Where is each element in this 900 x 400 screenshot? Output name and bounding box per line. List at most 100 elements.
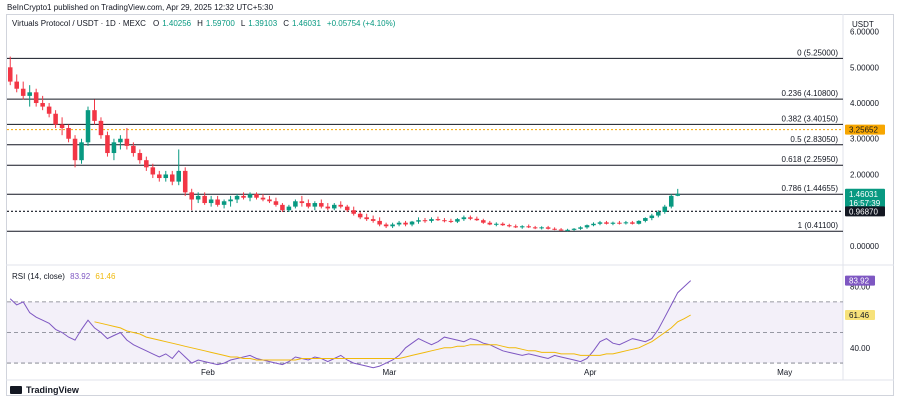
candle-body — [455, 219, 460, 222]
candle-body — [591, 223, 596, 226]
candle-body — [364, 217, 369, 220]
candle-body — [565, 229, 570, 231]
candle-body — [176, 170, 182, 182]
candle-body — [513, 226, 518, 228]
candle-body — [267, 199, 272, 202]
fib-level-label: 0.236 (4.10800) — [782, 89, 839, 98]
candle-body — [370, 219, 376, 221]
candle-body — [643, 218, 648, 221]
candle-body — [442, 220, 447, 222]
candle-body — [247, 194, 253, 198]
candle-body — [137, 153, 143, 161]
candle-body — [506, 225, 512, 227]
candle-body — [338, 204, 344, 207]
rsi-tag-label: 83.92 — [849, 277, 870, 286]
candle-body — [157, 174, 162, 179]
candle-body — [623, 222, 629, 224]
candle-body — [571, 228, 577, 230]
candle-body — [40, 103, 45, 107]
candle-body — [662, 206, 668, 212]
candle-body — [53, 113, 58, 125]
candle-body — [552, 228, 557, 230]
candle-body — [144, 160, 149, 168]
price-tag-label: 3.25652 — [849, 126, 878, 135]
rsi-ma-tag: 61.46 — [845, 309, 875, 320]
candle-body — [468, 217, 473, 219]
candle-body — [668, 195, 674, 207]
rsi-tick-label: 40.00 — [850, 344, 871, 353]
candle-body — [357, 213, 363, 218]
candle-body — [578, 227, 583, 229]
candle-body — [208, 199, 214, 204]
candle-body — [124, 138, 130, 146]
candle-body — [494, 223, 499, 225]
rsi-rsi-tag: 83.92 — [845, 275, 875, 286]
last-price-tag: 1.4603116:57:39 — [845, 188, 885, 208]
fib-level-label: 0.5 (2.83050) — [790, 135, 838, 144]
candle-body — [280, 204, 285, 211]
candle-body — [111, 142, 117, 154]
candle-body — [228, 199, 233, 202]
candle-body — [636, 220, 642, 224]
candle-body — [584, 225, 590, 228]
candle-body — [27, 92, 32, 96]
candle-body — [306, 203, 311, 207]
candle-body — [481, 220, 486, 223]
candle-body — [539, 227, 544, 229]
fib-level-label: 0.786 (1.44655) — [782, 184, 839, 193]
candle-body — [260, 197, 266, 200]
candle-body — [610, 222, 616, 224]
candle-body — [221, 201, 227, 205]
time-tick-label: Mar — [382, 368, 396, 377]
rsi-tag-label: 61.46 — [849, 311, 870, 320]
candle-body — [14, 81, 19, 89]
chart-canvas[interactable]: 6.000005.000004.000003.000002.000001.000… — [0, 0, 900, 400]
candle-body — [85, 110, 91, 143]
candle-body — [105, 135, 110, 154]
candle-body — [649, 215, 655, 219]
candle-body — [526, 226, 531, 228]
price-tick-label: 3.00000 — [850, 135, 879, 144]
candle-body — [416, 220, 421, 222]
candle-body — [163, 174, 169, 179]
candle-body — [383, 224, 389, 227]
candle-body — [254, 194, 259, 198]
fib-level-label: 0 (5.25000) — [797, 48, 838, 57]
time-tick-label: Apr — [584, 368, 597, 377]
candle-body — [487, 222, 493, 225]
candle-body — [532, 227, 538, 229]
candle-body — [131, 145, 136, 154]
candle-body — [332, 204, 337, 209]
candle-body — [7, 67, 13, 82]
candle-body — [59, 124, 65, 129]
candle-body — [675, 193, 681, 196]
candle-body — [617, 222, 622, 224]
candle-body — [312, 203, 318, 207]
level-price-tag: 3.25652 — [845, 124, 885, 135]
candle-body — [79, 142, 84, 161]
price-tick-label: 4.00000 — [850, 99, 879, 108]
line-price-tag: 0.96870 — [845, 206, 885, 217]
candle-body — [241, 195, 246, 198]
candle-body — [604, 222, 609, 224]
candle-body — [66, 128, 71, 139]
price-tick-label: 5.00000 — [850, 63, 879, 72]
fib-level-label: 0.618 (2.25950) — [782, 155, 839, 164]
price-tick-label: 6.00000 — [850, 28, 879, 37]
candle-body — [72, 138, 78, 161]
candle-body — [519, 226, 525, 228]
candle-body — [20, 88, 26, 96]
candle-body — [461, 217, 467, 220]
candle-body — [630, 222, 635, 224]
candle-body — [46, 106, 52, 114]
candle-body — [545, 227, 551, 229]
candle-body — [189, 192, 194, 200]
candle-body — [293, 201, 298, 207]
candle-body — [422, 220, 428, 222]
candle-body — [344, 206, 350, 211]
fib-level-label: 0.382 (3.40150) — [782, 114, 839, 123]
candle-body — [448, 220, 454, 222]
candle-body — [396, 222, 402, 225]
fib-level-label: 1 (0.41100) — [798, 221, 839, 230]
time-tick-label: May — [777, 368, 792, 377]
